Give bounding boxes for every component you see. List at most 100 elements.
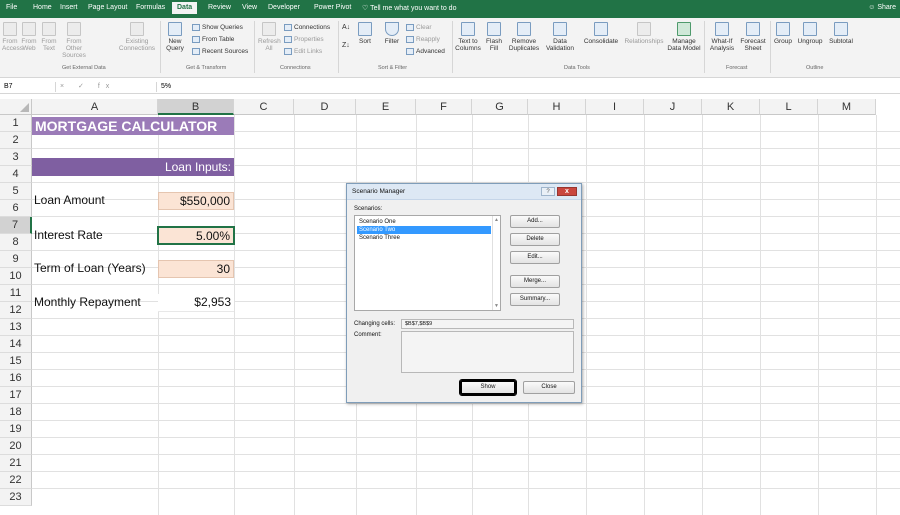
tab-developer[interactable]: Developer <box>268 4 300 11</box>
clear-filter-button[interactable]: Clear <box>406 24 432 31</box>
row-header[interactable]: 11 <box>0 285 32 302</box>
name-box[interactable]: B7 <box>2 82 56 92</box>
tab-data[interactable]: Data <box>172 2 198 14</box>
scroll-up-icon[interactable]: ▲ <box>494 217 499 223</box>
filter-button[interactable]: Filter <box>382 22 402 45</box>
column-header-g[interactable]: G <box>472 99 528 115</box>
repayment-cell[interactable]: $2,953 <box>158 294 234 312</box>
scroll-down-icon[interactable]: ▼ <box>494 303 499 309</box>
sort-button[interactable]: Sort <box>356 22 374 45</box>
row-header[interactable]: 4 <box>0 166 32 183</box>
column-header-i[interactable]: I <box>586 99 644 115</box>
show-queries-button[interactable]: Show Queries <box>192 24 243 31</box>
edit-button[interactable]: Edit... <box>510 251 560 264</box>
list-scrollbar[interactable]: ▲ ▼ <box>492 216 500 310</box>
from-table-button[interactable]: From Table <box>192 36 234 43</box>
from-web-button[interactable]: From Web <box>20 22 38 52</box>
term-cell[interactable]: 30 <box>158 260 234 278</box>
add-button[interactable]: Add... <box>510 215 560 228</box>
recent-sources-button[interactable]: Recent Sources <box>192 48 248 55</box>
from-access-button[interactable]: From Access <box>2 22 23 52</box>
show-button[interactable]: Show <box>459 379 517 396</box>
scenarios-list[interactable]: Scenario One Scenario Two Scenario Three… <box>354 215 501 311</box>
row-header[interactable]: 12 <box>0 302 32 319</box>
tab-file[interactable]: File <box>6 4 17 11</box>
new-query-button[interactable]: New Query <box>164 22 186 52</box>
row-header[interactable]: 15 <box>0 353 32 370</box>
column-header-l[interactable]: L <box>760 99 818 115</box>
column-header-c[interactable]: C <box>234 99 294 115</box>
formula-icons[interactable]: × ✓ fx <box>60 82 115 92</box>
scenario-item[interactable]: Scenario One <box>357 218 491 226</box>
from-other-sources-button[interactable]: From Other Sources <box>60 22 88 59</box>
refresh-all-button[interactable]: Refresh All <box>258 22 281 52</box>
remove-duplicates-button[interactable]: Remove Duplicates <box>506 22 542 52</box>
scenario-item[interactable]: Scenario Three <box>357 234 491 242</box>
row-header[interactable]: 8 <box>0 234 32 251</box>
loan-amount-cell[interactable]: $550,000 <box>158 192 234 210</box>
row-header[interactable]: 14 <box>0 336 32 353</box>
delete-button[interactable]: Delete <box>510 233 560 246</box>
reapply-button[interactable]: Reapply <box>406 36 440 43</box>
advanced-filter-button[interactable]: Advanced <box>406 48 445 55</box>
column-header-a[interactable]: A <box>32 99 158 115</box>
properties-button[interactable]: Properties <box>284 36 324 43</box>
row-header[interactable]: 10 <box>0 268 32 285</box>
text-to-columns-button[interactable]: Text to Columns <box>455 22 481 52</box>
tab-view[interactable]: View <box>242 4 257 11</box>
manage-data-model-button[interactable]: Manage Data Model <box>666 22 702 52</box>
sort-za-button[interactable]: Z↓ <box>342 42 350 49</box>
tab-page-layout[interactable]: Page Layout <box>88 4 127 11</box>
column-header-e[interactable]: E <box>356 99 416 115</box>
row-header[interactable]: 7 <box>0 217 32 234</box>
tell-me-box[interactable]: ♡ Tell me what you want to do <box>362 4 456 12</box>
summary-button[interactable]: Summary... <box>510 293 560 306</box>
existing-connections-button[interactable]: Existing Connections <box>118 22 156 52</box>
column-header-h[interactable]: H <box>528 99 586 115</box>
tab-formulas[interactable]: Formulas <box>136 4 165 11</box>
row-header[interactable]: 21 <box>0 455 32 472</box>
column-header-d[interactable]: D <box>294 99 356 115</box>
row-header[interactable]: 13 <box>0 319 32 336</box>
row-header[interactable]: 22 <box>0 472 32 489</box>
column-header-j[interactable]: J <box>644 99 702 115</box>
tab-review[interactable]: Review <box>208 4 231 11</box>
interest-rate-cell[interactable]: 5.00% <box>157 226 235 245</box>
select-all-corner[interactable] <box>0 99 32 115</box>
edit-links-button[interactable]: Edit Links <box>284 48 322 55</box>
row-header[interactable]: 1 <box>0 115 32 132</box>
row-header[interactable]: 23 <box>0 489 32 506</box>
column-header-m[interactable]: M <box>818 99 876 115</box>
tab-power-pivot[interactable]: Power Pivot <box>314 4 351 11</box>
merge-button[interactable]: Merge... <box>510 275 560 288</box>
connections-button[interactable]: Connections <box>284 24 330 31</box>
row-header[interactable]: 16 <box>0 370 32 387</box>
row-header[interactable]: 19 <box>0 421 32 438</box>
consolidate-button[interactable]: Consolidate <box>580 22 622 45</box>
close-button[interactable]: Close <box>523 381 575 394</box>
row-header[interactable]: 18 <box>0 404 32 421</box>
sort-az-button[interactable]: A↓ <box>342 24 350 31</box>
share-button[interactable]: ☺ Share <box>868 4 896 11</box>
from-text-button[interactable]: From Text <box>40 22 58 52</box>
row-header[interactable]: 5 <box>0 183 32 200</box>
row-header[interactable]: 3 <box>0 149 32 166</box>
what-if-analysis-button[interactable]: What-If Analysis <box>707 22 737 52</box>
close-x-button[interactable]: x <box>557 187 577 196</box>
row-header[interactable]: 20 <box>0 438 32 455</box>
tab-insert[interactable]: Insert <box>60 4 78 11</box>
help-button[interactable]: ? <box>541 187 555 196</box>
scenario-item-selected[interactable]: Scenario Two <box>357 226 491 234</box>
flash-fill-button[interactable]: Flash Fill <box>484 22 504 52</box>
subtotal-button[interactable]: Subtotal <box>826 22 856 45</box>
column-header-k[interactable]: K <box>702 99 760 115</box>
forecast-sheet-button[interactable]: Forecast Sheet <box>738 22 768 52</box>
tab-home[interactable]: Home <box>33 4 52 11</box>
row-header[interactable]: 6 <box>0 200 32 217</box>
formula-input[interactable]: 5% <box>156 82 171 92</box>
row-header[interactable]: 2 <box>0 132 32 149</box>
column-header-f[interactable]: F <box>416 99 472 115</box>
relationships-button[interactable]: Relationships <box>622 22 666 45</box>
group-button[interactable]: Group <box>772 22 794 45</box>
data-validation-button[interactable]: Data Validation <box>542 22 578 52</box>
